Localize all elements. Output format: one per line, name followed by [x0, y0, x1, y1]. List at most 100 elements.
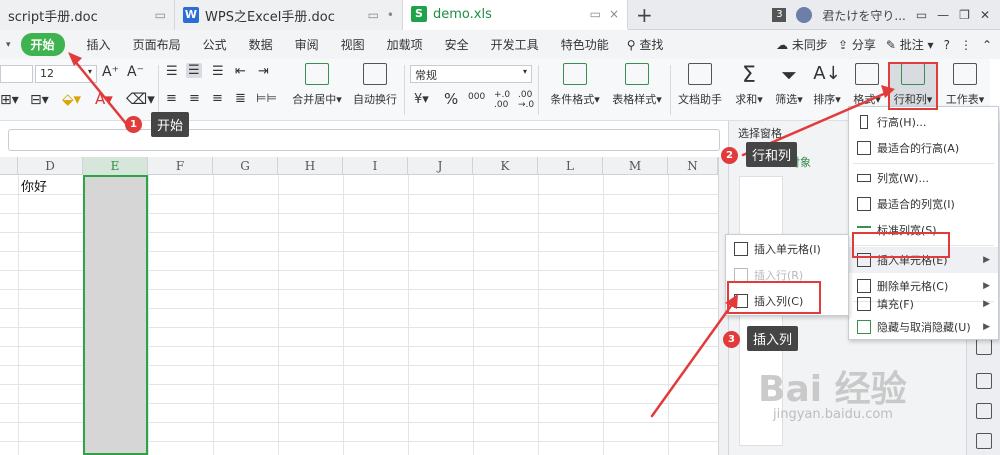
new-tab-button[interactable]: +	[636, 3, 653, 27]
menu-start[interactable]: 开始	[20, 33, 65, 56]
tab-wps-excel-doc[interactable]: W WPS之Excel手册.doc ▭ •	[175, 0, 403, 30]
tab-demo-xls[interactable]: S demo.xls ▭ ×	[403, 0, 628, 30]
column-header-j[interactable]: J	[408, 157, 473, 175]
wrap-text-button[interactable]: 自动换行	[350, 63, 400, 107]
worksheet-button[interactable]: 工作表▾	[942, 63, 988, 107]
menu-autofit-row[interactable]: 最适合的行高(A)	[849, 135, 998, 161]
indent-left-icon[interactable]: ⇤	[235, 64, 246, 79]
indent-right-icon[interactable]: ⇥	[258, 64, 269, 79]
export-icon[interactable]	[976, 403, 992, 419]
tab-script-doc[interactable]: script手册.doc ▭	[0, 0, 175, 30]
annotation-badge-3: 3	[723, 331, 740, 348]
formula-input[interactable]	[8, 129, 720, 151]
monitor-icon[interactable]: ▭	[155, 8, 166, 22]
collapse-ribbon-icon[interactable]: ⌃	[982, 38, 992, 52]
shrink-font-icon[interactable]: A⁻	[127, 64, 144, 80]
submenu-arrow-icon: ▶	[983, 255, 990, 265]
menu-addins[interactable]: 加载项	[387, 36, 423, 53]
column-header-h[interactable]: H	[278, 157, 343, 175]
highlight-insert-column	[727, 281, 821, 314]
sort-button[interactable]: A↓ 排序▾	[810, 63, 844, 107]
conditional-format-button[interactable]: 条件格式▾	[546, 63, 604, 107]
thousands-icon[interactable]: 000	[468, 92, 485, 102]
archive-icon[interactable]	[976, 433, 992, 449]
menu-insert-cells[interactable]: 插入单元格(I)	[726, 236, 848, 262]
column-header-d[interactable]: D	[18, 157, 83, 175]
align-center-icon[interactable]: ≡	[189, 91, 200, 106]
filter-label: 筛选	[775, 93, 798, 106]
search-menu[interactable]: ⚲ 查找	[627, 36, 664, 53]
menu-col-width[interactable]: 列宽(W)...	[849, 165, 998, 191]
cell-style-icon[interactable]: ⊟▾	[30, 92, 49, 108]
sum-button[interactable]: Σ 求和▾	[732, 63, 766, 107]
table-style-button[interactable]: 表格样式▾	[608, 63, 666, 107]
maximize-icon[interactable]: ❐	[959, 8, 970, 22]
align-bottom-icon[interactable]: ☰	[212, 64, 224, 79]
percent-icon[interactable]: %	[444, 90, 458, 108]
menu-autofit-col[interactable]: 最适合的列宽(I)	[849, 191, 998, 217]
eraser-icon[interactable]: ⌫▾	[126, 90, 155, 108]
monitor-icon[interactable]: ▭	[368, 8, 379, 22]
font-name-box[interactable]	[0, 65, 33, 83]
currency-icon[interactable]: ¥▾	[414, 92, 429, 107]
menu-insert[interactable]: 插入	[87, 36, 111, 53]
copy-icon[interactable]	[976, 339, 992, 355]
decrease-decimal-icon[interactable]: .00 →.0	[518, 90, 534, 110]
column-header-k[interactable]: K	[473, 157, 538, 175]
justify-icon[interactable]: ≣	[235, 91, 246, 106]
font-size-box[interactable]: 12 ▾	[35, 65, 97, 83]
align-left-icon[interactable]: ≡	[166, 91, 177, 106]
column-header-m[interactable]: M	[603, 157, 668, 175]
border-icon[interactable]: ⊞▾	[0, 92, 19, 108]
menu-hide-unhide[interactable]: 隐藏与取消隐藏(U) ▶	[849, 314, 998, 340]
menu-formula[interactable]: 公式	[203, 36, 227, 53]
row-header-corner[interactable]	[0, 157, 18, 175]
filter-button[interactable]: ⏷ 筛选▾	[772, 63, 806, 107]
menu-collapse-icon[interactable]: ▾	[6, 40, 11, 50]
doc-helper-button[interactable]: 文档助手	[676, 63, 724, 107]
menu-special[interactable]: 特色功能	[561, 36, 609, 53]
spreadsheet-grid[interactable]: D E F G H I J K L M N 你好	[0, 157, 718, 455]
more-icon[interactable]: ⋮	[960, 38, 972, 52]
column-header-i[interactable]: I	[343, 157, 408, 175]
fill-color-icon[interactable]: ⬙▾	[62, 90, 81, 108]
menu-data[interactable]: 数据	[249, 36, 273, 53]
avatar[interactable]	[796, 7, 813, 23]
sync-button[interactable]: ☁ 未同步	[776, 36, 828, 53]
cell-d1-value[interactable]: 你好	[21, 176, 47, 195]
menu-view[interactable]: 视图	[341, 36, 365, 53]
column-header-l[interactable]: L	[538, 157, 603, 175]
comment-button[interactable]: ✎ 批注 ▾	[886, 36, 934, 53]
help-icon[interactable]: ?	[944, 38, 950, 52]
close-tab-icon[interactable]: ×	[609, 7, 619, 21]
column-header-e[interactable]: E	[83, 157, 148, 175]
menu-row-height[interactable]: 行高(H)...	[849, 109, 998, 135]
align-middle-icon[interactable]: ☰	[186, 63, 202, 78]
close-icon[interactable]: ✕	[980, 8, 990, 22]
align-right-icon[interactable]: ≡	[212, 91, 223, 106]
number-format-select[interactable]: 常规 ▾	[410, 65, 532, 83]
grow-font-icon[interactable]: A⁺	[102, 64, 119, 80]
menu-page-layout[interactable]: 页面布局	[133, 36, 181, 53]
restore-icon[interactable]: ▭	[916, 8, 927, 22]
monitor-icon[interactable]: ▭	[590, 7, 601, 21]
font-color-icon[interactable]: A▾	[95, 90, 113, 108]
column-header-g[interactable]: G	[213, 157, 278, 175]
minimize-icon[interactable]: —	[937, 8, 949, 22]
format-button[interactable]: 格式▾	[848, 63, 886, 107]
share-button[interactable]: ⇪ 分享	[838, 36, 876, 53]
menu-security[interactable]: 安全	[445, 36, 469, 53]
image-icon[interactable]	[976, 373, 992, 389]
align-top-icon[interactable]: ☰	[166, 64, 178, 79]
column-header-n[interactable]: N	[668, 157, 718, 175]
window-count-badge[interactable]: 3	[772, 8, 787, 22]
menu-developer[interactable]: 开发工具	[491, 36, 539, 53]
conditional-format-icon	[563, 63, 587, 85]
increase-decimal-icon[interactable]: +.0.00	[494, 90, 510, 110]
merge-center-button[interactable]: 合并居中▾	[286, 63, 348, 107]
username-label[interactable]: 君たけを守り...	[822, 7, 905, 24]
menu-review[interactable]: 审阅	[295, 36, 319, 53]
column-header-f[interactable]: F	[148, 157, 213, 175]
selected-column-e[interactable]	[83, 175, 148, 455]
distribute-icon[interactable]: ⊨⊨	[256, 91, 277, 105]
